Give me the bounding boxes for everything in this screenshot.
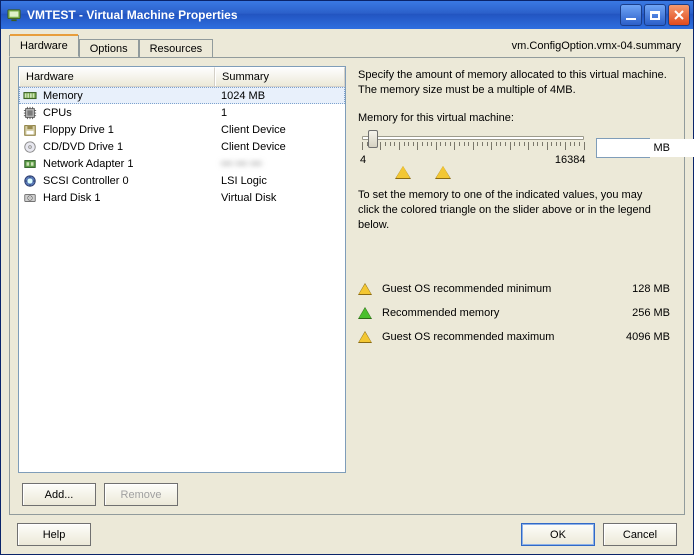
table-row[interactable]: SCSI Controller 0LSI Logic	[19, 172, 345, 189]
legend-row-rec[interactable]: Recommended memory 256 MB	[358, 307, 670, 319]
triangle-yellow-icon	[358, 331, 372, 343]
legend-row-min[interactable]: Guest OS recommended minimum 128 MB	[358, 283, 670, 295]
help-button[interactable]: Help	[17, 523, 91, 546]
bottom-bar: Help OK Cancel	[9, 515, 685, 546]
memory-icon	[21, 89, 39, 103]
tab-hardware[interactable]: Hardware	[9, 35, 79, 57]
memory-spin-group: MB	[596, 138, 671, 158]
maximize-icon	[650, 11, 660, 20]
config-option-label: vm.ConfigOption.vmx-04.summary	[512, 40, 685, 52]
slider-scale-labels: 4 16384	[358, 154, 588, 166]
hardware-summary: ••• ••• •••	[215, 158, 345, 170]
hardware-summary: 1	[215, 107, 345, 119]
titlebar[interactable]: VMTEST - Virtual Machine Properties	[1, 1, 693, 29]
table-row[interactable]: Hard Disk 1Virtual Disk	[19, 189, 345, 206]
hardware-summary: Virtual Disk	[215, 192, 345, 204]
table-row[interactable]: Memory1024 MB	[19, 87, 345, 104]
client-area: Hardware Options Resources vm.ConfigOpti…	[1, 29, 693, 554]
tab-options[interactable]: Options	[79, 39, 139, 58]
legend-min-label: Guest OS recommended minimum	[382, 283, 600, 295]
slider-max-label: 16384	[555, 154, 586, 166]
memory-spinner[interactable]	[596, 138, 650, 158]
marker-min[interactable]	[396, 166, 410, 178]
hardware-summary: 1024 MB	[215, 90, 345, 102]
close-button[interactable]	[668, 4, 690, 26]
hardware-list-header: Hardware Summary	[19, 67, 345, 87]
hardware-name: Hard Disk 1	[39, 192, 215, 204]
tab-row: Hardware Options Resources vm.ConfigOpti…	[9, 35, 685, 57]
remove-button: Remove	[104, 483, 178, 506]
hardware-name: Memory	[39, 90, 215, 102]
slider-markers	[362, 166, 666, 182]
maximize-button[interactable]	[644, 4, 666, 26]
ok-button[interactable]: OK	[521, 523, 595, 546]
hardware-list[interactable]: Hardware Summary Memory1024 MBCPUs1Flopp…	[18, 66, 346, 473]
memory-legend: Guest OS recommended minimum 128 MB Reco…	[358, 283, 670, 343]
slider-ticks	[362, 142, 584, 152]
floppy-icon	[21, 123, 39, 137]
legend-min-value: 128 MB	[600, 283, 670, 295]
hardware-name: CPUs	[39, 107, 215, 119]
memory-slider[interactable]: 4 16384	[358, 130, 588, 166]
memory-pane: Specify the amount of memory allocated t…	[356, 66, 676, 506]
cpu-icon	[21, 106, 39, 120]
memory-description: Specify the amount of memory allocated t…	[358, 68, 670, 98]
hardware-name: SCSI Controller 0	[39, 175, 215, 187]
memory-hint: To set the memory to one of the indicate…	[358, 188, 658, 233]
table-row[interactable]: Network Adapter 1••• ••• •••	[19, 155, 345, 172]
nic-icon	[21, 157, 39, 171]
app-icon	[6, 7, 22, 23]
minimize-icon	[626, 18, 636, 20]
table-row[interactable]: CPUs1	[19, 104, 345, 121]
slider-thumb[interactable]	[368, 130, 378, 148]
hardware-name: Floppy Drive 1	[39, 124, 215, 136]
slider-min-label: 4	[360, 154, 366, 166]
hardware-name: CD/DVD Drive 1	[39, 141, 215, 153]
title-prefix: VMTEST	[27, 8, 76, 22]
legend-max-label: Guest OS recommended maximum	[382, 331, 600, 343]
add-button[interactable]: Add...	[22, 483, 96, 506]
hardware-summary: Client Device	[215, 141, 345, 153]
memory-slider-row: 4 16384 MB	[358, 130, 670, 166]
col-hardware[interactable]: Hardware	[19, 67, 215, 86]
cd-icon	[21, 140, 39, 154]
triangle-green-icon	[358, 307, 372, 319]
legend-max-value: 4096 MB	[600, 331, 670, 343]
table-row[interactable]: CD/DVD Drive 1Client Device	[19, 138, 345, 155]
triangle-yellow-icon	[358, 283, 372, 295]
col-summary[interactable]: Summary	[215, 67, 345, 86]
tab-resources-label: Resources	[150, 43, 203, 55]
memory-unit: MB	[654, 142, 671, 154]
legend-rec-value: 256 MB	[600, 307, 670, 319]
hardware-summary: Client Device	[215, 124, 345, 136]
title-sep: -	[76, 8, 87, 22]
hardware-panel: Hardware Summary Memory1024 MBCPUs1Flopp…	[9, 57, 685, 515]
left-column: Hardware Summary Memory1024 MBCPUs1Flopp…	[18, 66, 346, 506]
hardware-list-body: Memory1024 MBCPUs1Floppy Drive 1Client D…	[19, 87, 345, 472]
left-buttons: Add... Remove	[18, 483, 346, 506]
hardware-summary: LSI Logic	[215, 175, 345, 187]
cancel-button[interactable]: Cancel	[603, 523, 677, 546]
marker-max[interactable]	[436, 166, 450, 178]
tab-resources[interactable]: Resources	[139, 39, 214, 58]
title-main: Virtual Machine Properties	[86, 8, 237, 22]
legend-row-max[interactable]: Guest OS recommended maximum 4096 MB	[358, 331, 670, 343]
scsi-icon	[21, 174, 39, 188]
disk-icon	[21, 191, 39, 205]
tab-options-label: Options	[90, 43, 128, 55]
legend-rec-label: Recommended memory	[382, 307, 600, 319]
minimize-button[interactable]	[620, 4, 642, 26]
memory-label: Memory for this virtual machine:	[358, 112, 670, 124]
table-row[interactable]: Floppy Drive 1Client Device	[19, 121, 345, 138]
vm-properties-window: VMTEST - Virtual Machine Properties Hard…	[0, 0, 694, 555]
tab-hardware-label: Hardware	[20, 40, 68, 52]
window-title: VMTEST - Virtual Machine Properties	[27, 8, 620, 22]
slider-track	[362, 136, 584, 140]
hardware-name: Network Adapter 1	[39, 158, 215, 170]
memory-input[interactable]	[597, 139, 694, 157]
titlebar-buttons	[620, 4, 690, 26]
close-icon	[673, 9, 685, 21]
